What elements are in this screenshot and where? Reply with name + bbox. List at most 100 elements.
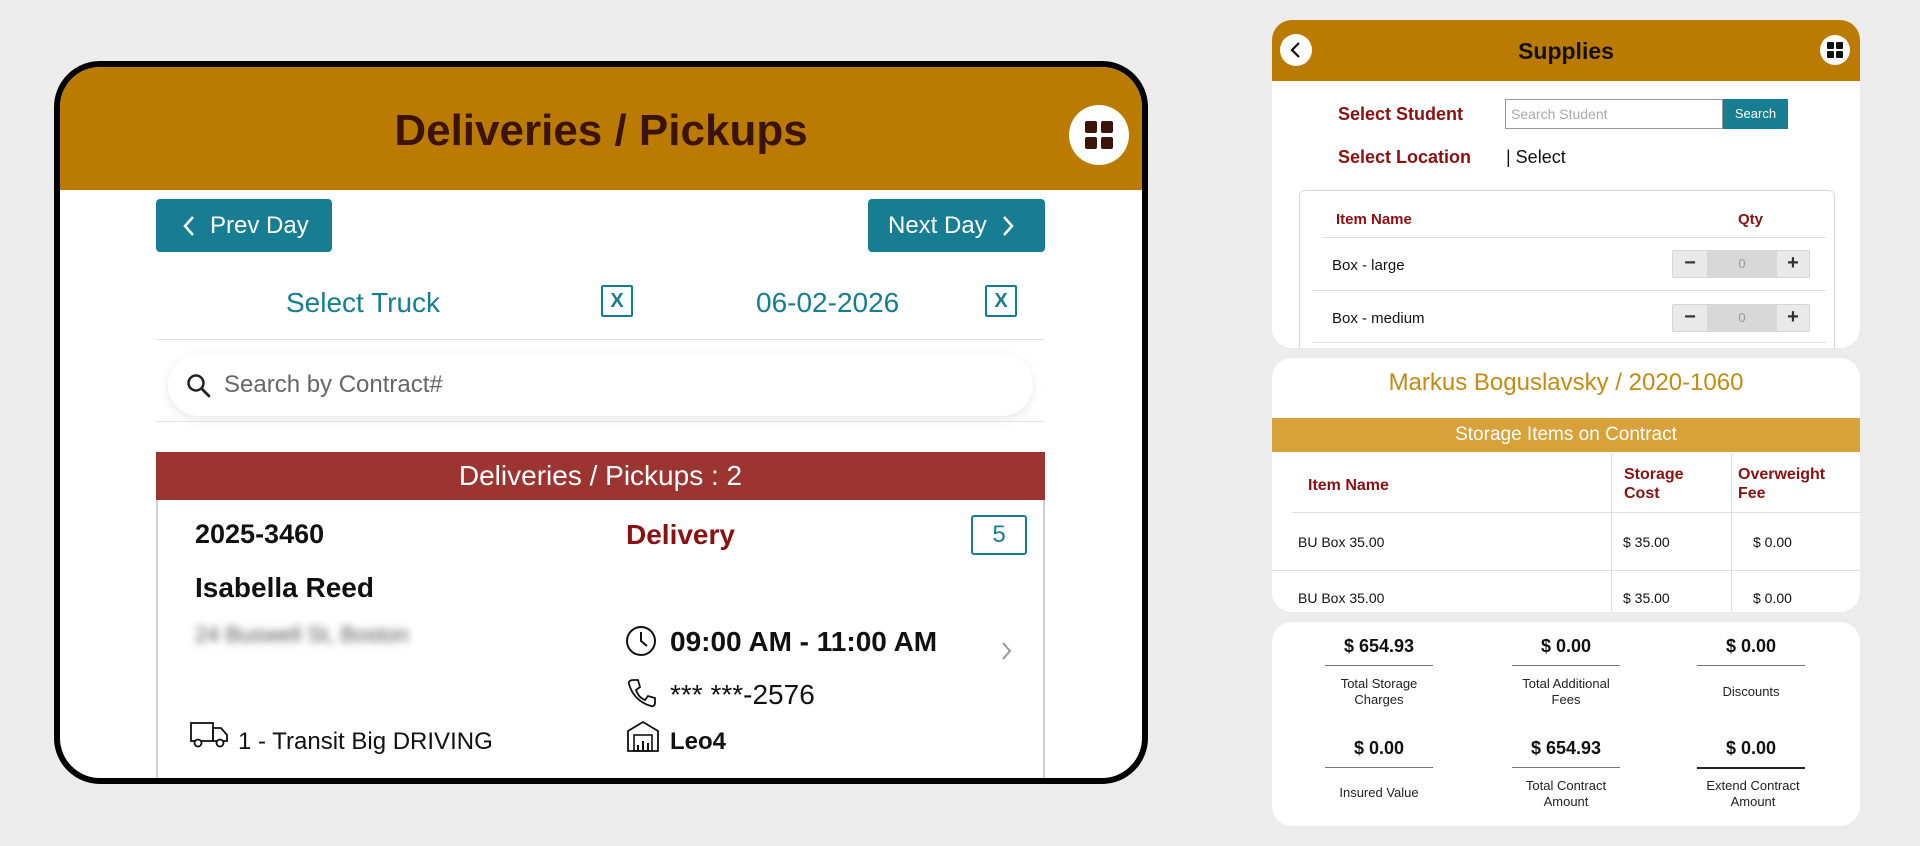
insured-value-value: $ 0.00 — [1353, 738, 1405, 758]
contract-item-name: BU Box 35.00 — [1298, 590, 1385, 606]
item-count-badge[interactable]: 5 — [971, 515, 1027, 555]
column-header-item: Item Name — [1308, 477, 1389, 494]
deliveries-screen: Deliveries / Pickups Prev Day Next Day S… — [54, 61, 1148, 784]
chevron-left-icon — [183, 215, 194, 236]
customer-name: Isabella Reed — [195, 572, 374, 603]
supplies-panel: Supplies Select Student Search Student S… — [1272, 20, 1860, 348]
divider — [1322, 237, 1826, 238]
total-storage-charges-label-line2: Charges — [1354, 692, 1404, 707]
quantity-value[interactable]: 0 — [1707, 305, 1777, 331]
total-contract-amount-value: $ 654.93 — [1530, 738, 1602, 758]
clear-date-button[interactable]: X — [985, 285, 1017, 317]
truck-icon — [190, 722, 228, 748]
storage-location: Leo4 — [670, 728, 727, 755]
column-header-overweight-fee-line1: Overweight — [1738, 466, 1826, 483]
chevron-right-icon[interactable] — [1000, 640, 1014, 662]
page-title: Deliveries / Pickups — [394, 106, 808, 155]
warehouse-icon — [627, 720, 659, 752]
clock-icon — [626, 626, 656, 656]
location-select[interactable]: | Select — [1506, 147, 1566, 168]
total-additional-fees-value: $ 0.00 — [1540, 636, 1592, 656]
divider — [1512, 665, 1620, 666]
minus-icon[interactable]: − — [1673, 251, 1707, 277]
plus-icon[interactable]: + — [1777, 251, 1809, 277]
divider — [1312, 342, 1826, 343]
divider — [1292, 512, 1860, 513]
contract-item-fee: $ 0.00 — [1753, 534, 1792, 550]
list-count-banner: Deliveries / Pickups : 2 — [156, 452, 1045, 500]
supply-item-name: Box - medium — [1332, 310, 1425, 327]
menu-grid-button[interactable] — [1069, 105, 1129, 165]
extend-contract-amount-value[interactable]: $ 0.00 — [1691, 738, 1811, 759]
column-header-storage-cost-line2: Cost — [1624, 485, 1660, 502]
column-header-overweight-fee-line2: Fee — [1738, 485, 1766, 502]
contract-item-cost: $ 35.00 — [1623, 590, 1670, 606]
column-header-overweight-fee: Overweight Fee — [1738, 465, 1825, 503]
deliveries-header: Deliveries / Pickups — [60, 67, 1142, 190]
total-additional-fees-label-line2: Fees — [1551, 692, 1581, 707]
select-truck-dropdown[interactable]: Select Truck — [286, 287, 440, 319]
divider — [1325, 665, 1433, 666]
job-type: Delivery — [626, 519, 735, 550]
contract-item-fee: $ 0.00 — [1753, 590, 1792, 606]
column-header-item: Item Name — [1336, 211, 1412, 228]
menu-grid-button[interactable] — [1820, 35, 1850, 65]
prev-day-label: Prev Day — [210, 211, 309, 239]
phone-icon — [627, 679, 656, 708]
quantity-value[interactable]: 0 — [1707, 251, 1777, 277]
clear-truck-button[interactable]: X — [601, 285, 633, 317]
select-student-label: Select Student — [1338, 104, 1464, 124]
column-divider — [1731, 454, 1732, 612]
total-contract-amount-label-line2: Amount — [1543, 794, 1589, 809]
back-button[interactable] — [1280, 34, 1312, 66]
date-picker[interactable]: 06-02-2026 — [756, 287, 899, 319]
grid-icon — [1085, 121, 1113, 149]
truck-assignment: 1 - Transit Big DRIVING — [238, 728, 493, 755]
total-storage-charges-value: $ 654.93 — [1343, 636, 1415, 656]
supplies-title: Supplies — [1518, 38, 1614, 64]
divider — [156, 421, 1045, 422]
next-day-button[interactable]: Next Day — [868, 199, 1045, 252]
divider — [1325, 767, 1433, 768]
contract-search-input[interactable]: Search by Contract# — [168, 354, 1033, 416]
divider — [156, 339, 1045, 340]
extend-contract-amount-label-line1: Extend Contract — [1706, 778, 1800, 793]
chevron-right-icon — [1002, 215, 1014, 236]
divider — [1312, 290, 1826, 291]
search-icon — [187, 374, 211, 398]
column-divider — [1611, 454, 1612, 612]
prev-day-button[interactable]: Prev Day — [156, 199, 332, 252]
contract-item-cost: $ 35.00 — [1623, 534, 1670, 550]
time-window: 09:00 AM - 11:00 AM — [670, 626, 938, 657]
customer-address: 24 Buswell St, Boston — [195, 622, 410, 647]
quantity-stepper: − 0 + — [1672, 304, 1810, 332]
discounts-value: $ 0.00 — [1725, 636, 1777, 656]
total-additional-fees-label: Total Additional Fees — [1496, 676, 1636, 708]
back-icon — [1290, 42, 1300, 58]
divider — [1272, 570, 1860, 571]
total-additional-fees-label-line1: Total Additional — [1522, 676, 1610, 691]
next-day-label: Next Day — [888, 211, 987, 239]
discounts-label: Discounts — [1722, 684, 1780, 699]
total-storage-charges-label-line1: Total Storage — [1340, 676, 1418, 691]
extend-contract-amount-label: Extend Contract Amount — [1683, 778, 1823, 810]
total-storage-charges-label: Total Storage Charges — [1309, 676, 1449, 708]
contract-item-name: BU Box 35.00 — [1298, 534, 1385, 550]
contract-number: 2025-3460 — [195, 519, 325, 549]
student-search-button[interactable]: Search — [1723, 99, 1788, 129]
quantity-stepper: − 0 + — [1672, 250, 1810, 278]
storage-items-banner: Storage Items on Contract — [1272, 418, 1860, 452]
supplies-header: Supplies — [1272, 20, 1860, 81]
select-location-label: Select Location — [1338, 147, 1472, 167]
insured-value-label: Insured Value — [1339, 785, 1419, 800]
total-contract-amount-label: Total Contract Amount — [1496, 778, 1636, 810]
minus-icon[interactable]: − — [1673, 305, 1707, 331]
column-header-storage-cost-line1: Storage — [1624, 466, 1684, 483]
phone-number[interactable]: *** ***-2576 — [670, 679, 815, 711]
contract-items-panel: Markus Boguslavsky / 2020-1060 Storage I… — [1272, 358, 1860, 612]
divider — [1697, 665, 1805, 666]
supply-item-name: Box - large — [1332, 257, 1405, 274]
grid-icon — [1827, 42, 1843, 58]
plus-icon[interactable]: + — [1777, 305, 1809, 331]
student-search-input[interactable]: Search Student — [1505, 99, 1723, 129]
